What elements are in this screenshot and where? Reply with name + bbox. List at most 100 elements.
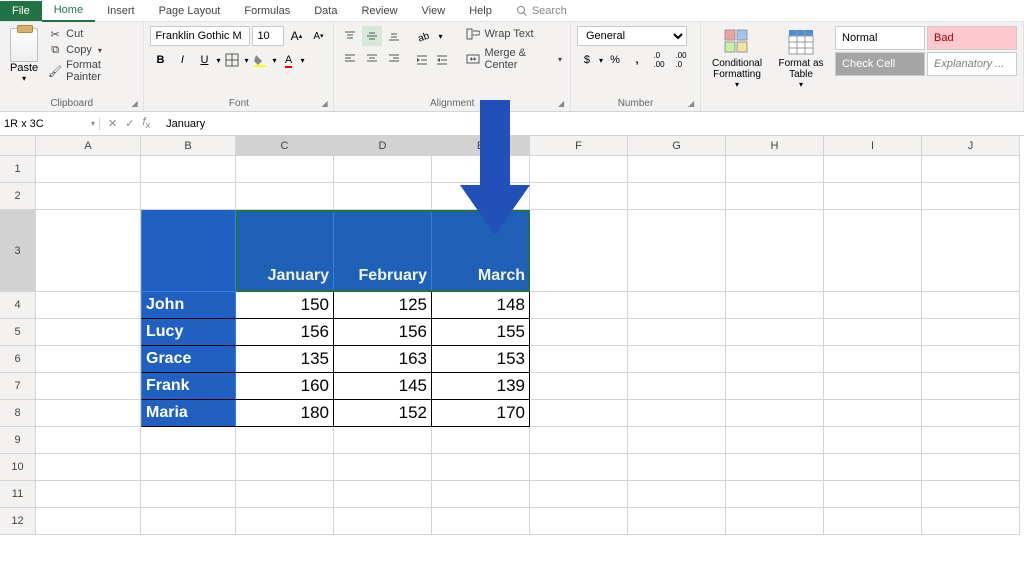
decrease-indent-icon[interactable] xyxy=(412,50,432,70)
tab-view[interactable]: View xyxy=(410,1,458,21)
cell-J9[interactable] xyxy=(922,427,1020,454)
cell-E2[interactable] xyxy=(432,183,530,210)
cell-G4[interactable] xyxy=(628,292,726,319)
cell-C11[interactable] xyxy=(236,481,334,508)
cell-I11[interactable] xyxy=(824,481,922,508)
cell-I6[interactable] xyxy=(824,346,922,373)
percent-format-button[interactable]: % xyxy=(605,50,625,70)
accounting-format-button[interactable]: $ xyxy=(577,50,597,70)
enter-formula-icon[interactable]: ✓ xyxy=(125,117,134,130)
tab-formulas[interactable]: Formulas xyxy=(232,1,302,21)
cell-H8[interactable] xyxy=(726,400,824,427)
cell-J4[interactable] xyxy=(922,292,1020,319)
cell-A9[interactable] xyxy=(36,427,141,454)
cell-G1[interactable] xyxy=(628,156,726,183)
cell-I9[interactable] xyxy=(824,427,922,454)
cell-G6[interactable] xyxy=(628,346,726,373)
col-header-E[interactable]: E xyxy=(432,136,530,156)
cell-F10[interactable] xyxy=(530,454,628,481)
cell-B2[interactable] xyxy=(141,183,236,210)
cell-A5[interactable] xyxy=(36,319,141,346)
cell-B7[interactable]: Frank xyxy=(141,373,236,400)
cell-H5[interactable] xyxy=(726,319,824,346)
cell-I1[interactable] xyxy=(824,156,922,183)
font-color-button[interactable]: A xyxy=(278,50,298,70)
align-middle-icon[interactable] xyxy=(362,26,382,46)
cell-B11[interactable] xyxy=(141,481,236,508)
cell-J10[interactable] xyxy=(922,454,1020,481)
orientation-dropdown-icon[interactable]: ▾ xyxy=(438,32,442,41)
cell-G5[interactable] xyxy=(628,319,726,346)
bold-button[interactable]: B xyxy=(150,50,170,70)
increase-font-icon[interactable]: A▴ xyxy=(286,26,306,46)
font-name-select[interactable] xyxy=(150,26,250,46)
row-header-12[interactable]: 12 xyxy=(0,508,36,535)
cell-F1[interactable] xyxy=(530,156,628,183)
tab-data[interactable]: Data xyxy=(302,1,349,21)
col-header-I[interactable]: I xyxy=(824,136,922,156)
cell-H4[interactable] xyxy=(726,292,824,319)
underline-button[interactable]: U xyxy=(194,50,214,70)
font-launcher-icon[interactable]: ◢ xyxy=(321,99,331,109)
cell-D7[interactable]: 145 xyxy=(334,373,432,400)
cell-A12[interactable] xyxy=(36,508,141,535)
cell-J8[interactable] xyxy=(922,400,1020,427)
align-top-icon[interactable] xyxy=(340,26,360,46)
cell-A8[interactable] xyxy=(36,400,141,427)
cell-H11[interactable] xyxy=(726,481,824,508)
italic-button[interactable]: I xyxy=(172,50,192,70)
cell-E10[interactable] xyxy=(432,454,530,481)
name-box-dropdown-icon[interactable]: ▾ xyxy=(91,119,95,128)
cell-C5[interactable]: 156 xyxy=(236,319,334,346)
cell-F11[interactable] xyxy=(530,481,628,508)
cell-F9[interactable] xyxy=(530,427,628,454)
cell-D4[interactable]: 125 xyxy=(334,292,432,319)
style-check-cell[interactable]: Check Cell xyxy=(835,52,925,76)
cut-button[interactable]: ✂Cut xyxy=(46,26,137,42)
cell-C2[interactable] xyxy=(236,183,334,210)
cell-G8[interactable] xyxy=(628,400,726,427)
cell-H12[interactable] xyxy=(726,508,824,535)
number-format-select[interactable]: General xyxy=(577,26,687,46)
cell-F12[interactable] xyxy=(530,508,628,535)
decrease-decimal-button[interactable]: .00.0 xyxy=(671,50,691,70)
cell-E6[interactable]: 153 xyxy=(432,346,530,373)
cell-C4[interactable]: 150 xyxy=(236,292,334,319)
cell-J11[interactable] xyxy=(922,481,1020,508)
tab-review[interactable]: Review xyxy=(349,1,409,21)
tab-insert[interactable]: Insert xyxy=(95,1,147,21)
cell-D6[interactable]: 163 xyxy=(334,346,432,373)
cell-I12[interactable] xyxy=(824,508,922,535)
cell-I8[interactable] xyxy=(824,400,922,427)
cell-D2[interactable] xyxy=(334,183,432,210)
fx-icon[interactable]: fx xyxy=(142,116,150,130)
col-header-A[interactable]: A xyxy=(36,136,141,156)
cell-F2[interactable] xyxy=(530,183,628,210)
cell-E8[interactable]: 170 xyxy=(432,400,530,427)
cell-I3[interactable] xyxy=(824,210,922,292)
row-header-6[interactable]: 6 xyxy=(0,346,36,373)
cell-A3[interactable] xyxy=(36,210,141,292)
borders-dropdown-icon[interactable]: ▾ xyxy=(244,56,248,65)
cell-F7[interactable] xyxy=(530,373,628,400)
cell-A10[interactable] xyxy=(36,454,141,481)
cell-E9[interactable] xyxy=(432,427,530,454)
tab-home[interactable]: Home xyxy=(42,0,95,22)
cell-J12[interactable] xyxy=(922,508,1020,535)
cell-C7[interactable]: 160 xyxy=(236,373,334,400)
cell-G11[interactable] xyxy=(628,481,726,508)
name-box[interactable]: 1R x 3C ▾ xyxy=(0,118,100,130)
cell-styles-gallery[interactable]: Normal Bad Check Cell Explanatory ... xyxy=(835,26,1017,76)
cell-D8[interactable]: 152 xyxy=(334,400,432,427)
fill-dropdown-icon[interactable]: ▾ xyxy=(272,56,276,65)
cell-J3[interactable] xyxy=(922,210,1020,292)
number-launcher-icon[interactable]: ◢ xyxy=(688,99,698,109)
accounting-dropdown-icon[interactable]: ▾ xyxy=(599,56,603,65)
col-header-G[interactable]: G xyxy=(628,136,726,156)
cell-C6[interactable]: 135 xyxy=(236,346,334,373)
col-header-D[interactable]: D xyxy=(334,136,432,156)
conditional-formatting-button[interactable]: Conditional Formatting ▾ xyxy=(707,26,767,91)
cell-C3[interactable]: January xyxy=(236,210,334,292)
cell-H7[interactable] xyxy=(726,373,824,400)
cell-G3[interactable] xyxy=(628,210,726,292)
